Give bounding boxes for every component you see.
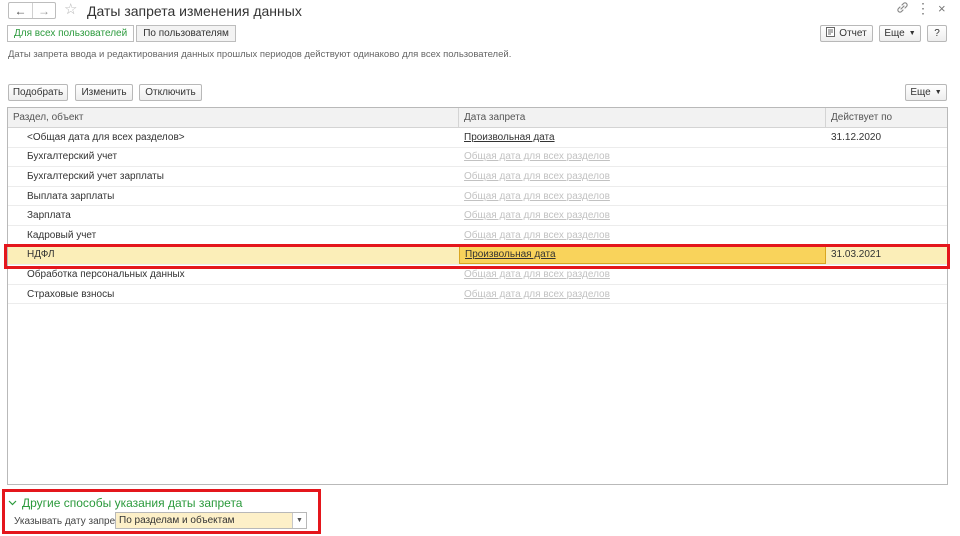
- page-title: Даты запрета изменения данных: [87, 3, 302, 19]
- more-options-icon[interactable]: ⋮: [916, 0, 930, 17]
- help-label: ?: [934, 28, 940, 39]
- table-row[interactable]: <Общая дата для всех разделов> Произвольн…: [8, 128, 947, 148]
- restriction-mode-select[interactable]: По разделам и объектам ▼: [115, 512, 307, 529]
- row-restriction-date-link[interactable]: Общая дата для всех разделов: [464, 230, 610, 241]
- more-button[interactable]: Еще ▼: [879, 25, 921, 42]
- row-valid-until: [826, 148, 947, 167]
- link-icon[interactable]: [896, 1, 909, 17]
- restriction-dates-table: Раздел, объект Дата запрета Действует по…: [7, 107, 948, 485]
- row-section-name: Бухгалтерский учет: [27, 151, 118, 163]
- forward-arrow-icon: →: [38, 3, 50, 18]
- tab-all-users[interactable]: Для всех пользователей: [7, 25, 135, 42]
- table-row[interactable]: Зарплата Общая дата для всех разделов: [8, 206, 947, 226]
- row-restriction-date-cell: Общая дата для всех разделов: [459, 187, 826, 206]
- row-restriction-date-cell: Общая дата для всех разделов: [459, 148, 826, 167]
- more-label: Еще: [884, 28, 905, 39]
- restriction-mode-label: Указывать дату запрета:: [14, 516, 128, 527]
- back-button[interactable]: ←: [9, 3, 32, 18]
- table-row[interactable]: Бухгалтерский учет Общая дата для всех ра…: [8, 148, 947, 168]
- close-icon[interactable]: ×: [938, 1, 946, 16]
- help-button[interactable]: ?: [927, 25, 947, 42]
- edit-label: Изменить: [81, 87, 127, 98]
- row-section-name: Бухгалтерский учет зарплаты: [27, 170, 164, 182]
- row-section-name: НДФЛ: [27, 249, 55, 261]
- list-more-label: Еще: [910, 87, 931, 98]
- tab-by-users[interactable]: По пользователям: [136, 25, 236, 42]
- row-valid-until: [826, 285, 947, 304]
- description-text: Даты запрета ввода и редактирования данн…: [8, 49, 512, 60]
- chevron-down-icon: [8, 498, 17, 508]
- table-header: Раздел, объект Дата запрета Действует по: [8, 108, 947, 128]
- list-more-button[interactable]: Еще ▼: [905, 84, 947, 101]
- row-section-name: Обработка персональных данных: [27, 268, 185, 280]
- navigation-buttons: ← →: [8, 2, 56, 19]
- row-restriction-date-cell: Общая дата для всех разделов: [459, 265, 826, 284]
- row-restriction-date-link[interactable]: Произвольная дата: [465, 249, 556, 260]
- row-section-name: Страховые взносы: [27, 288, 115, 300]
- edit-button[interactable]: Изменить: [75, 84, 133, 101]
- row-valid-until: 31.12.2020: [831, 131, 882, 143]
- select-button[interactable]: Подобрать: [8, 84, 68, 101]
- restriction-mode-value: По разделам и объектам: [119, 515, 235, 526]
- row-restriction-date-cell: Общая дата для всех разделов: [459, 206, 826, 225]
- select-label: Подобрать: [12, 87, 64, 98]
- column-header-section[interactable]: Раздел, объект: [8, 108, 459, 127]
- row-restriction-date-link[interactable]: Произвольная дата: [464, 132, 555, 143]
- table-row[interactable]: НДФЛ Произвольная дата 31.03.2021: [8, 245, 947, 266]
- report-button[interactable]: Отчет: [820, 25, 873, 42]
- table-row[interactable]: Бухгалтерский учет зарплаты Общая дата дл…: [8, 167, 947, 187]
- row-restriction-date-link[interactable]: Общая дата для всех разделов: [464, 289, 610, 300]
- dropdown-arrow-icon[interactable]: ▼: [292, 513, 306, 528]
- forward-button[interactable]: →: [32, 3, 55, 18]
- table-row[interactable]: Кадровый учет Общая дата для всех раздело…: [8, 226, 947, 246]
- row-restriction-date-cell: Произвольная дата: [459, 245, 826, 265]
- back-arrow-icon: ←: [14, 3, 27, 18]
- row-restriction-date-cell: Общая дата для всех разделов: [459, 226, 826, 245]
- row-valid-until: 31.03.2021: [831, 249, 882, 261]
- favorite-star-icon[interactable]: ☆: [64, 1, 77, 19]
- row-section-name: Кадровый учет: [27, 229, 97, 241]
- row-restriction-date-link[interactable]: Общая дата для всех разделов: [464, 191, 610, 202]
- row-section-name: Зарплата: [27, 210, 71, 222]
- column-header-until[interactable]: Действует по: [826, 108, 947, 127]
- table-row[interactable]: Обработка персональных данных Общая дата …: [8, 265, 947, 285]
- table-row[interactable]: Страховые взносы Общая дата для всех разд…: [8, 285, 947, 305]
- column-header-date[interactable]: Дата запрета: [459, 108, 826, 127]
- row-restriction-date-link[interactable]: Общая дата для всех разделов: [464, 269, 610, 280]
- row-restriction-date-cell: Общая дата для всех разделов: [459, 167, 826, 186]
- other-methods-toggle[interactable]: Другие способы указания даты запрета: [8, 496, 242, 510]
- row-restriction-date-cell: Произвольная дата: [459, 128, 826, 147]
- disable-button[interactable]: Отключить: [139, 84, 202, 101]
- disable-label: Отключить: [145, 87, 196, 98]
- row-restriction-date-link[interactable]: Общая дата для всех разделов: [464, 171, 610, 182]
- window-titlebar: ← → ☆ Даты запрета изменения данных ⋮ ×: [0, 0, 960, 22]
- row-valid-until: [826, 206, 947, 225]
- chevron-down-icon: ▼: [934, 89, 942, 96]
- table-body: <Общая дата для всех разделов> Произвольн…: [8, 128, 947, 305]
- row-valid-until: [826, 187, 947, 206]
- row-valid-until: [826, 167, 947, 186]
- row-valid-until: [826, 226, 947, 245]
- report-label: Отчет: [839, 28, 867, 39]
- mode-tabs: Для всех пользователей По пользователям: [7, 25, 236, 42]
- other-methods-title: Другие способы указания даты запрета: [22, 496, 243, 510]
- table-row[interactable]: Выплата зарплаты Общая дата для всех разд…: [8, 187, 947, 207]
- row-section-name: <Общая дата для всех разделов>: [27, 131, 185, 143]
- row-restriction-date-link[interactable]: Общая дата для всех разделов: [464, 151, 610, 162]
- row-valid-until: [826, 265, 947, 284]
- row-restriction-date-cell: Общая дата для всех разделов: [459, 285, 826, 304]
- row-restriction-date-link[interactable]: Общая дата для всех разделов: [464, 210, 610, 221]
- report-icon: [826, 27, 836, 40]
- chevron-down-icon: ▼: [908, 30, 916, 37]
- row-section-name: Выплата зарплаты: [27, 190, 115, 202]
